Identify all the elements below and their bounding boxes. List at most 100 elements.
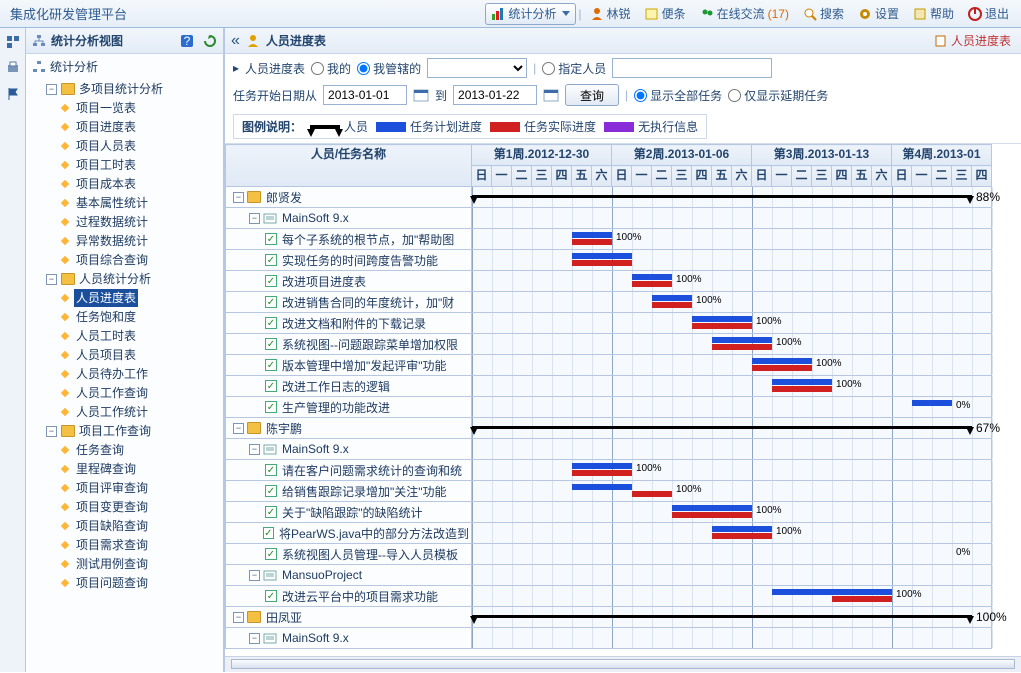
tree-leaf[interactable]: 人员项目表 bbox=[60, 346, 138, 364]
back-arrows-icon[interactable] bbox=[231, 32, 240, 50]
gantt-row-name[interactable]: ✓生产管理的功能改进 bbox=[226, 397, 471, 417]
radio-specified[interactable]: 指定人员 bbox=[542, 60, 606, 77]
query-button[interactable]: 查询 bbox=[565, 84, 619, 106]
tree-leaf[interactable]: 基本属性统计 bbox=[60, 194, 150, 212]
tree-group[interactable]: −人员统计分析 bbox=[46, 270, 153, 288]
tree-leaf[interactable]: 人员工作查询 bbox=[60, 384, 150, 402]
radio-mine[interactable]: 我的 bbox=[311, 60, 351, 77]
collapse-icon[interactable]: − bbox=[233, 423, 244, 434]
tree-leaf[interactable]: 人员进度表 bbox=[60, 289, 138, 307]
settings-button[interactable]: 设置 bbox=[852, 3, 905, 25]
user-button[interactable]: 林锐 bbox=[584, 3, 637, 25]
help-icon[interactable]: ? bbox=[180, 34, 194, 48]
folder-icon bbox=[247, 611, 261, 623]
gantt-row-name[interactable]: ✓系统视图--问题跟踪菜单增加权限 bbox=[226, 334, 471, 354]
exit-button[interactable]: 退出 bbox=[962, 3, 1015, 25]
gantt-row-name[interactable]: ✓关于"缺陷跟踪"的缺陷统计 bbox=[226, 502, 471, 522]
calendar-icon[interactable] bbox=[543, 87, 559, 103]
sticky-note-button[interactable]: 便条 bbox=[639, 3, 692, 25]
gantt-row-name[interactable]: −MainSoft 9.x bbox=[226, 439, 471, 459]
tree-toggle-icon[interactable] bbox=[5, 34, 21, 50]
active-doc-tab[interactable]: 人员进度表 bbox=[931, 32, 1015, 49]
collapse-icon[interactable]: − bbox=[249, 633, 260, 644]
horizontal-scrollbar[interactable] bbox=[225, 656, 1021, 672]
tree-leaf[interactable]: 项目进度表 bbox=[60, 118, 138, 136]
check-icon: ✓ bbox=[265, 359, 277, 371]
top-menu-bar: 集成化研发管理平台 统计分析 | 林锐 便条 在线交流(17) 搜索 设置 bbox=[0, 0, 1021, 28]
radio-show-delayed[interactable]: 仅显示延期任务 bbox=[728, 87, 828, 104]
gantt-row-name[interactable]: −MansuoProject bbox=[226, 565, 471, 585]
gantt-row-name[interactable]: −MainSoft 9.x bbox=[226, 628, 471, 648]
print-icon[interactable] bbox=[5, 60, 21, 76]
tree-leaf[interactable]: 项目工时表 bbox=[60, 156, 138, 174]
calendar-icon[interactable] bbox=[413, 87, 429, 103]
radio-show-all[interactable]: 显示全部任务 bbox=[634, 87, 722, 104]
gantt-row-name[interactable]: ✓实现任务的时间跨度告警功能 bbox=[226, 250, 471, 270]
sticky-label: 便条 bbox=[662, 5, 686, 22]
topbar-actions: 统计分析 | 林锐 便条 在线交流(17) 搜索 设置 帮助 bbox=[485, 3, 1021, 25]
tree-leaf[interactable]: 项目变更查询 bbox=[60, 498, 150, 516]
flag-icon[interactable] bbox=[5, 86, 21, 102]
page-icon bbox=[935, 35, 947, 47]
tree-leaf[interactable]: 项目评审查询 bbox=[60, 479, 150, 497]
gantt-row-name[interactable]: ✓给销售跟踪记录增加"关注"功能 bbox=[226, 481, 471, 501]
gantt-row-name[interactable]: ✓版本管理中增加"发起评审"功能 bbox=[226, 355, 471, 375]
tree-leaf[interactable]: 任务饱和度 bbox=[60, 308, 138, 326]
svg-text:?: ? bbox=[184, 34, 191, 48]
gantt-row-name[interactable]: ✓系统视图人员管理--导入人员模板 bbox=[226, 544, 471, 564]
stats-analysis-dropdown[interactable]: 统计分析 bbox=[485, 3, 576, 25]
managed-select[interactable] bbox=[427, 58, 527, 78]
gantt-day-header: 日 bbox=[472, 166, 492, 187]
tree-root[interactable]: 统计分析 bbox=[32, 58, 100, 76]
refresh-icon[interactable] bbox=[203, 34, 217, 48]
tree-leaf[interactable]: 项目需求查询 bbox=[60, 536, 150, 554]
search-button[interactable]: 搜索 bbox=[797, 3, 850, 25]
tree-leaf[interactable]: 异常数据统计 bbox=[60, 232, 150, 250]
date-from-input[interactable] bbox=[323, 85, 407, 105]
gantt-row-name[interactable]: −郎贤发 bbox=[226, 187, 471, 207]
specified-person-input[interactable] bbox=[612, 58, 772, 78]
collapse-icon[interactable]: − bbox=[249, 570, 260, 581]
gantt-day-header: 三 bbox=[952, 166, 972, 187]
tree-leaf[interactable]: 项目缺陷查询 bbox=[60, 517, 150, 535]
tree-leaf[interactable]: 项目一览表 bbox=[60, 99, 138, 117]
collapse-icon[interactable]: − bbox=[249, 444, 260, 455]
tree-leaf[interactable]: 项目成本表 bbox=[60, 175, 138, 193]
online-label: 在线交流 bbox=[717, 5, 765, 22]
check-icon: ✓ bbox=[265, 380, 277, 392]
date-to-input[interactable] bbox=[453, 85, 537, 105]
collapse-icon[interactable]: − bbox=[233, 192, 244, 203]
gantt-row-name[interactable]: −陈宇鹏 bbox=[226, 418, 471, 438]
tree-leaf[interactable]: 过程数据统计 bbox=[60, 213, 150, 231]
sidebar-header: 统计分析视图 ? bbox=[26, 28, 223, 54]
gantt-day-header: 日 bbox=[752, 166, 772, 187]
gantt-row-name[interactable]: ✓改进文档和附件的下载记录 bbox=[226, 313, 471, 333]
tree-leaf[interactable]: 项目人员表 bbox=[60, 137, 138, 155]
tree-leaf[interactable]: 人员待办工作 bbox=[60, 365, 150, 383]
tree-leaf[interactable]: 人员工时表 bbox=[60, 327, 138, 345]
gantt-row-name[interactable]: ✓改进工作日志的逻辑 bbox=[226, 376, 471, 396]
gantt-row-name[interactable]: ✓改进销售合同的年度统计，加"财 bbox=[226, 292, 471, 312]
online-chat-button[interactable]: 在线交流(17) bbox=[694, 3, 795, 25]
nav-tree[interactable]: 统计分析 −多项目统计分析项目一览表项目进度表项目人员表项目工时表项目成本表基本属… bbox=[32, 58, 221, 592]
tree-leaf[interactable]: 测试用例查询 bbox=[60, 555, 150, 573]
gantt-row-name[interactable]: ✓改进项目进度表 bbox=[226, 271, 471, 291]
radio-managed[interactable]: 我管辖的 bbox=[357, 60, 421, 77]
left-gutter bbox=[0, 28, 26, 672]
tree-leaf[interactable]: 里程碑查询 bbox=[60, 460, 138, 478]
tree-group[interactable]: −项目工作查询 bbox=[46, 422, 153, 440]
gantt-row-name[interactable]: −MainSoft 9.x bbox=[226, 208, 471, 228]
gantt-row-name[interactable]: −田凤亚 bbox=[226, 607, 471, 627]
gantt-row-name[interactable]: ✓请在客户问题需求统计的查询和统 bbox=[226, 460, 471, 480]
gantt-row-name[interactable]: ✓每个子系统的根节点，加"帮助图 bbox=[226, 229, 471, 249]
gantt-row-name[interactable]: ✓将PearWS.java中的部分方法改造到 bbox=[226, 523, 471, 543]
collapse-icon[interactable]: − bbox=[233, 612, 244, 623]
tree-leaf[interactable]: 任务查询 bbox=[60, 441, 126, 459]
gantt-row-name[interactable]: ✓改进云平台中的项目需求功能 bbox=[226, 586, 471, 606]
tree-leaf[interactable]: 项目综合查询 bbox=[60, 251, 150, 269]
help-button[interactable]: 帮助 bbox=[907, 3, 960, 25]
tree-leaf[interactable]: 项目问题查询 bbox=[60, 574, 150, 592]
tree-leaf[interactable]: 人员工作统计 bbox=[60, 403, 150, 421]
collapse-icon[interactable]: − bbox=[249, 213, 260, 224]
tree-group[interactable]: −多项目统计分析 bbox=[46, 80, 165, 98]
